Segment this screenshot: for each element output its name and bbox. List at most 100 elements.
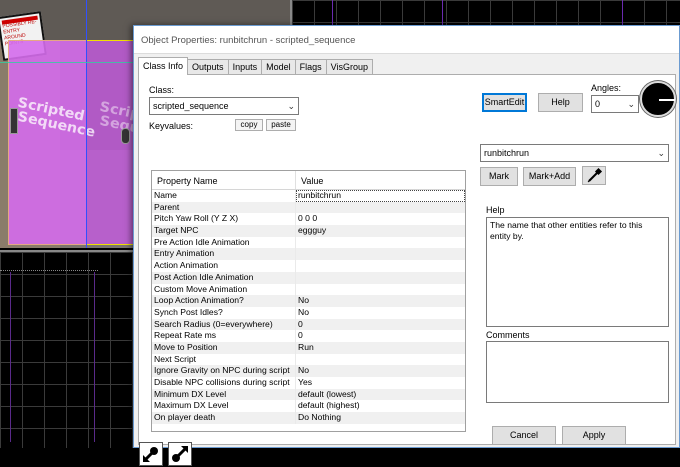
- property-row[interactable]: Pitch Yaw Roll (Y Z X) 0 0 0: [152, 213, 465, 226]
- property-row[interactable]: Entry Animation: [152, 248, 465, 261]
- property-value: default (lowest): [298, 388, 357, 399]
- property-name: Repeat Rate ms: [152, 330, 296, 342]
- property-value: No: [298, 295, 309, 306]
- property-row[interactable]: Pre Action Idle Animation: [152, 236, 465, 249]
- comments-field[interactable]: [486, 341, 669, 403]
- tool-button-2[interactable]: [168, 442, 192, 466]
- property-name: Name: [152, 190, 296, 202]
- paste-button[interactable]: paste: [266, 119, 296, 131]
- property-name: Search Radius (0=everywhere): [152, 318, 296, 331]
- eyedropper-icon: [587, 167, 603, 183]
- apply-button[interactable]: Apply: [562, 426, 626, 445]
- property-row[interactable]: Minimum DX Level default (lowest): [152, 388, 465, 401]
- property-name: Pitch Yaw Roll (Y Z X): [152, 213, 296, 226]
- property-row[interactable]: Disable NPC collisions during script Yes: [152, 377, 465, 389]
- arrow-up-right-icon: [172, 446, 188, 462]
- property-row[interactable]: Next Script: [152, 353, 465, 366]
- property-value: runbitchrun: [296, 190, 465, 202]
- value-combo-value: runbitchrun: [484, 148, 530, 158]
- property-name: Maximum DX Level: [152, 400, 296, 413]
- property-value: 0: [298, 318, 303, 329]
- class-label: Class:: [149, 85, 175, 95]
- mark-button[interactable]: Mark: [480, 167, 518, 186]
- viewport-2d-top[interactable]: [290, 0, 680, 25]
- help-section-label: Help: [486, 205, 505, 215]
- angle-dial-hand: [659, 99, 675, 101]
- property-value: Run: [298, 341, 314, 352]
- property-value: default (highest): [298, 400, 360, 411]
- property-value: [296, 202, 465, 214]
- property-name: Synch Post Idles?: [152, 306, 296, 319]
- copy-button[interactable]: copy: [235, 119, 263, 131]
- grid-dotted-line: [0, 270, 98, 271]
- entity-handle: [10, 108, 18, 134]
- angles-label: Angles:: [591, 83, 622, 93]
- property-row[interactable]: Repeat Rate ms 0: [152, 330, 465, 342]
- property-row[interactable]: On player death Do Nothing: [152, 412, 465, 424]
- property-value: No: [298, 306, 309, 317]
- header-property-name: Property Name: [152, 171, 296, 189]
- object-properties-dialog: Object Properties: runbitchrun - scripte…: [133, 25, 680, 466]
- picker-button[interactable]: [582, 166, 606, 185]
- property-row[interactable]: Loop Action Animation? No: [152, 295, 465, 307]
- property-name: Disable NPC collisions during script: [152, 377, 296, 389]
- property-row[interactable]: Ignore Gravity on NPC during script No: [152, 365, 465, 377]
- property-name: Minimum DX Level: [152, 388, 296, 401]
- smartedit-button[interactable]: SmartEdit: [482, 93, 527, 112]
- property-value: 0: [298, 330, 303, 341]
- tab-model[interactable]: Model: [261, 59, 296, 75]
- angles-combo[interactable]: 0 ⌄: [591, 95, 639, 113]
- tab-outputs[interactable]: Outputs: [187, 59, 229, 75]
- property-value: Do Nothing: [298, 412, 341, 423]
- entity-handle-right: [121, 128, 130, 144]
- property-name: On player death: [152, 412, 296, 424]
- property-name: Custom Move Animation: [152, 283, 296, 296]
- mark-add-button[interactable]: Mark+Add: [523, 167, 576, 186]
- help-button[interactable]: Help: [538, 93, 583, 112]
- help-text-box: The name that other entities refer to th…: [486, 217, 669, 327]
- property-row[interactable]: Maximum DX Level default (highest): [152, 400, 465, 413]
- arrow-down-left-icon: [142, 447, 158, 463]
- property-row[interactable]: Name runbitchrun: [152, 190, 465, 202]
- property-name: Ignore Gravity on NPC during script: [152, 365, 296, 377]
- tab-flags[interactable]: Flags: [294, 59, 327, 75]
- property-row[interactable]: Search Radius (0=everywhere) 0: [152, 318, 465, 331]
- tab-class-info[interactable]: Class Info: [138, 57, 189, 75]
- chevron-down-icon: ⌄: [287, 101, 295, 111]
- property-name: Entry Animation: [152, 248, 296, 261]
- property-value: [296, 284, 465, 296]
- viewport-2d-side[interactable]: [0, 250, 138, 448]
- property-value: No: [298, 365, 309, 376]
- axis-line: [86, 0, 87, 248]
- property-row[interactable]: Post Action Idle Animation: [152, 271, 465, 284]
- title-bar[interactable]: Object Properties: runbitchrun - scripte…: [134, 26, 679, 54]
- property-value: [296, 354, 465, 366]
- property-row[interactable]: Move to Position Run: [152, 341, 465, 354]
- property-value: eggguy: [298, 225, 327, 236]
- property-row[interactable]: Parent: [152, 201, 465, 214]
- property-name: Target NPC: [152, 225, 296, 237]
- help-text: The name that other entities refer to th…: [490, 220, 643, 241]
- property-grid[interactable]: Property Name Value Name runbitchrun Paren…: [151, 170, 466, 432]
- property-name: Loop Action Animation?: [152, 295, 296, 307]
- dialog-title: Object Properties: runbitchrun - scripte…: [141, 35, 356, 46]
- tab-inputs[interactable]: Inputs: [227, 59, 263, 75]
- class-combo-value: scripted_sequence: [153, 101, 229, 111]
- class-combo[interactable]: scripted_sequence ⌄: [149, 97, 299, 115]
- value-combo[interactable]: runbitchrun ⌄: [480, 144, 669, 162]
- property-row[interactable]: Action Animation: [152, 260, 465, 272]
- property-grid-header: Property Name Value: [152, 171, 465, 190]
- property-row[interactable]: Synch Post Idles? No: [152, 306, 465, 319]
- tab-visgroup[interactable]: VisGroup: [325, 59, 373, 75]
- property-row[interactable]: Custom Move Animation: [152, 283, 465, 296]
- property-value: [296, 237, 465, 249]
- comments-label: Comments: [486, 330, 530, 340]
- property-name: Post Action Idle Animation: [152, 271, 296, 284]
- property-row[interactable]: Target NPC eggguy: [152, 225, 465, 237]
- property-value: Yes: [298, 377, 313, 387]
- angle-dial[interactable]: [640, 81, 676, 117]
- property-value: [296, 248, 465, 260]
- tool-button-1[interactable]: [139, 442, 163, 466]
- grid-brush-line: [332, 0, 333, 25]
- cancel-button[interactable]: Cancel: [492, 426, 556, 445]
